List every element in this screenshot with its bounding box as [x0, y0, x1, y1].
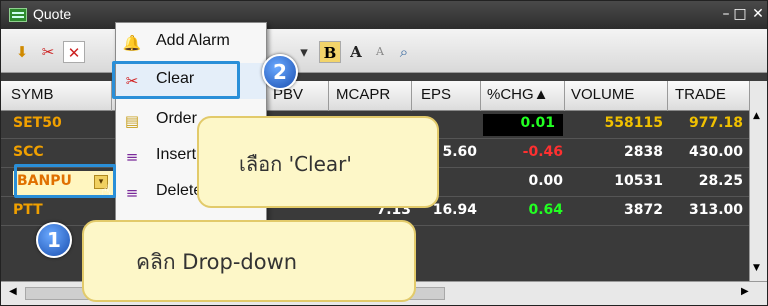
close-icon[interactable]: ✕: [749, 5, 767, 23]
column-divider: [480, 81, 481, 111]
search-icon[interactable]: ⌕: [393, 41, 415, 63]
step-1-badge: 1: [36, 222, 72, 258]
symb-cell[interactable]: SET50: [13, 115, 62, 131]
bell-icon: 🔔: [122, 34, 142, 52]
dropdown-highlight-box: [14, 164, 116, 198]
col-header-symb[interactable]: SYMB: [11, 86, 54, 103]
volume-cell: 558115: [604, 115, 663, 131]
column-divider: [564, 81, 565, 111]
chg-cell: -0.46: [522, 144, 563, 160]
menu-item-add-alarm[interactable]: 🔔 Add Alarm: [116, 25, 266, 61]
column-divider: [667, 81, 668, 111]
menu-item-label: Order: [156, 110, 197, 127]
column-divider: [328, 81, 329, 111]
clear-highlight-box: [112, 61, 240, 99]
menu-item-label: Add Alarm: [156, 32, 230, 49]
volume-cell: 10531: [614, 173, 663, 189]
chg-cell: 0.01: [483, 114, 563, 136]
scroll-down-icon[interactable]: ▼: [753, 263, 760, 273]
symb-cell[interactable]: PTT: [13, 202, 43, 218]
bold-button[interactable]: B: [319, 41, 341, 63]
dropdown-arrow-icon[interactable]: ▾: [293, 41, 315, 63]
step-1-callout: คลิก Drop-down: [82, 220, 416, 302]
step-2-callout: เลือก 'Clear': [197, 116, 439, 208]
trade-cell: 430.00: [688, 144, 743, 160]
app-grid-icon: [9, 8, 27, 22]
col-header-eps[interactable]: EPS: [421, 86, 451, 103]
trade-cell: 977.18: [688, 115, 743, 131]
chg-cell: 0.64: [528, 202, 563, 218]
step-1-text: คลิก Drop-down: [136, 250, 298, 274]
col-header-volume[interactable]: VOLUME: [571, 86, 634, 103]
font-increase-button[interactable]: A: [345, 41, 367, 63]
clear-all-icon[interactable]: ✕: [63, 41, 85, 63]
symb-cell[interactable]: SCC: [13, 144, 44, 160]
delete-icon: ≡: [125, 184, 139, 202]
volume-cell: 2838: [624, 144, 663, 160]
column-divider: [411, 81, 412, 111]
scroll-up-icon[interactable]: ▲: [753, 111, 760, 121]
pin-icon[interactable]: ⬇: [11, 41, 33, 63]
step-2-text: เลือก 'Clear': [239, 152, 352, 176]
insert-icon: ≡: [125, 148, 139, 166]
scroll-left-icon[interactable]: ◀: [9, 286, 17, 297]
volume-cell: 3872: [624, 202, 663, 218]
order-icon: ▤: [124, 112, 140, 130]
menu-item-label: Delete: [156, 182, 203, 199]
col-header-trade[interactable]: TRADE: [675, 86, 726, 103]
scroll-right-icon[interactable]: ▶: [741, 286, 749, 297]
col-header-mcapr[interactable]: MCAPR: [336, 86, 390, 103]
col-header-chg[interactable]: %CHG▲: [487, 86, 549, 103]
step-2-badge: 2: [262, 54, 298, 90]
trade-cell: 313.00: [688, 202, 743, 218]
remove-row-icon[interactable]: ✂: [37, 41, 59, 63]
vertical-scrollbar[interactable]: ▲ ▼: [749, 81, 767, 281]
window-title: Quote: [33, 6, 72, 22]
trade-cell: 28.25: [698, 173, 743, 189]
font-decrease-button[interactable]: A: [369, 41, 391, 63]
chg-cell: 0.00: [528, 173, 563, 189]
menu-item-label: Insert: [156, 146, 197, 163]
maximize-icon[interactable]: □: [731, 5, 749, 23]
